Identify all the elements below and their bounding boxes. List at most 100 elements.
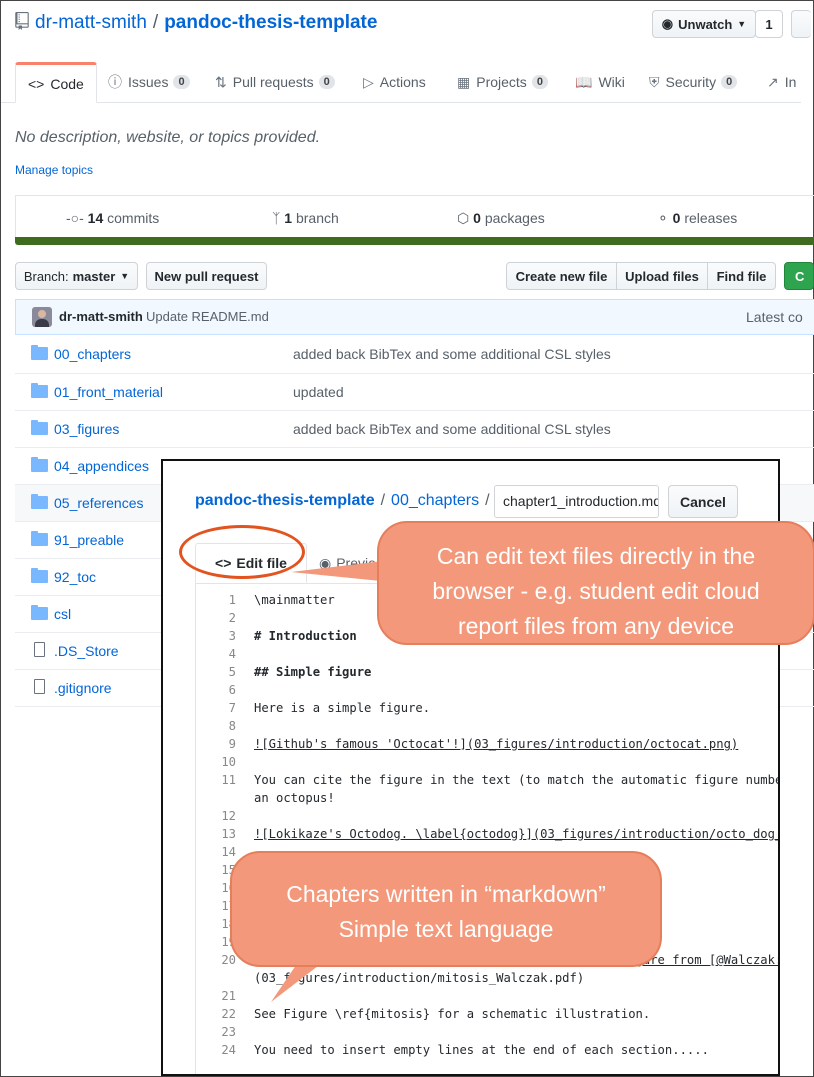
edit-breadcrumb: pandoc-thesis-template / 00_chapters / xyxy=(195,492,496,510)
find-file-button[interactable]: Find file xyxy=(707,262,776,290)
code-line: ![Github's famous 'Octocat'!](03_figures… xyxy=(254,737,739,751)
file-commit-message[interactable]: added back BibTex and some additional CS… xyxy=(293,421,611,437)
file-name-link[interactable]: csl xyxy=(54,606,71,622)
tag-icon: ⚬ xyxy=(657,210,669,226)
releases-label: releases xyxy=(684,210,738,226)
line-number: 13 xyxy=(221,827,236,841)
stat-commits[interactable]: -○- 14 commits xyxy=(66,210,159,226)
callout-top-line-1: Can edit text files directly in the xyxy=(436,543,756,569)
new-pull-request-button[interactable]: New pull request xyxy=(146,262,267,290)
filename-input[interactable]: chapter1_introduction.md xyxy=(494,485,659,518)
pull-requests-counter: 0 xyxy=(318,75,335,89)
code-line: Here is a simple figure. xyxy=(254,701,431,715)
packages-count: 0 xyxy=(473,210,481,226)
breadcrumb-repo-link[interactable]: pandoc-thesis-template xyxy=(195,492,375,509)
screenshot-frame: dr-matt-smith / pandoc-thesis-template ◉ Un… xyxy=(0,0,814,1077)
repo-nav: <> Code ⓘ Issues 0 ⇅ Pull requests 0 ▷ Actions… xyxy=(1,62,801,103)
avatar[interactable] xyxy=(32,307,52,327)
package-icon: ⬡ xyxy=(457,210,470,226)
line-number: 20 xyxy=(221,953,236,967)
code-line: \mainmatter xyxy=(254,593,335,607)
folder-icon xyxy=(31,494,48,509)
file-commit-message[interactable]: added back BibTex and some additional CS… xyxy=(293,346,611,362)
language-bar xyxy=(15,237,814,245)
create-new-file-button[interactable]: Create new file xyxy=(506,262,617,290)
branch-select-button[interactable]: Branch: master ▼ xyxy=(15,262,138,290)
breadcrumb-dir-link[interactable]: 00_chapters xyxy=(391,492,479,509)
tab-issues-label: Issues xyxy=(128,74,169,90)
file-commit-message[interactable]: updated xyxy=(293,384,344,400)
file-icon xyxy=(34,642,45,657)
star-button-partial[interactable] xyxy=(791,10,811,38)
latest-commit-bar: dr-matt-smith Update README.md Latest co xyxy=(15,299,814,335)
callout-top-line-2: browser - e.g. student edit cloud xyxy=(432,578,760,604)
upload-files-button[interactable]: Upload files xyxy=(616,262,708,290)
unwatch-label: Unwatch xyxy=(678,16,733,32)
commit-message[interactable]: Update README.md xyxy=(146,309,269,324)
file-name-link[interactable]: .DS_Store xyxy=(54,643,119,659)
tab-pull-requests[interactable]: ⇅ Pull requests 0 xyxy=(215,62,335,102)
file-name-link[interactable]: 01_front_material xyxy=(54,384,163,400)
tab-wiki[interactable]: 📖 Wiki xyxy=(575,62,625,102)
cancel-button[interactable]: Cancel xyxy=(668,485,738,518)
folder-icon xyxy=(31,605,48,620)
clone-button[interactable]: C xyxy=(784,262,814,290)
file-name-link[interactable]: 05_references xyxy=(54,495,144,511)
code-line: # Introduction xyxy=(254,629,357,643)
tab-projects[interactable]: ▦ Projects 0 xyxy=(457,62,548,102)
code-line: ![Lokikaze's Octodog. \label{octodog}](0… xyxy=(254,827,780,841)
graph-icon: ↗ xyxy=(767,73,779,90)
tab-issues[interactable]: ⓘ Issues 0 xyxy=(108,62,190,102)
latest-commit-label: Latest co xyxy=(746,309,803,325)
packages-label: packages xyxy=(484,210,545,226)
commit-author[interactable]: dr-matt-smith xyxy=(59,309,143,324)
stat-releases[interactable]: ⚬ 0 releases xyxy=(657,210,737,227)
shield-icon: ⛨ xyxy=(649,73,660,90)
tab-code[interactable]: <> Code xyxy=(15,62,97,103)
repo-separator: / xyxy=(152,12,159,33)
repo-description: No description, website, or topics provi… xyxy=(15,129,321,146)
security-counter: 0 xyxy=(721,75,738,89)
code-line: You need to insert empty lines at the en… xyxy=(254,1043,709,1057)
tab-security-label: Security xyxy=(665,74,717,90)
tab-insights[interactable]: ↗ In xyxy=(767,62,796,102)
manage-topics-link[interactable]: Manage topics xyxy=(15,163,93,177)
file-name-link[interactable]: .gitignore xyxy=(54,680,112,696)
watch-count[interactable]: 1 xyxy=(755,10,783,38)
unwatch-button[interactable]: ◉ Unwatch ▼ xyxy=(652,10,756,38)
file-row[interactable]: 00_chapters added back BibTex and some ad… xyxy=(15,336,814,373)
folder-icon xyxy=(31,568,48,583)
tab-security[interactable]: ⛨ Security 0 xyxy=(649,62,738,102)
file-name-link[interactable]: 92_toc xyxy=(54,569,96,585)
file-name-link[interactable]: 04_appendices xyxy=(54,458,149,474)
stat-packages[interactable]: ⬡ 0 packages xyxy=(457,210,545,227)
projects-counter: 0 xyxy=(531,75,548,89)
branch-name: master xyxy=(72,268,116,284)
line-number: 11 xyxy=(221,773,236,787)
branch-icon: ᛉ xyxy=(272,210,281,226)
line-number: 1 xyxy=(228,593,236,607)
play-icon: ▷ xyxy=(363,73,374,90)
repo-name-link[interactable]: pandoc-thesis-template xyxy=(164,12,377,33)
file-name-link[interactable]: 00_chapters xyxy=(54,346,131,362)
file-row[interactable]: 03_figures added back BibTex and some add… xyxy=(15,410,814,447)
code-line: ## Simple figure xyxy=(254,665,372,679)
file-row[interactable]: 01_front_material updated xyxy=(15,373,814,410)
breadcrumb-separator: / xyxy=(485,492,490,509)
stat-branch[interactable]: ᛉ 1 branch xyxy=(272,210,339,226)
project-icon: ▦ xyxy=(457,73,471,90)
code-line: an octopus! xyxy=(254,791,335,805)
repo-stats: -○- 14 commits ᛉ 1 branch ⬡ 0 packages ⚬… xyxy=(15,195,814,239)
commits-count: 14 xyxy=(87,210,104,226)
folder-icon xyxy=(31,420,48,435)
file-name-link[interactable]: 91_preable xyxy=(54,532,124,548)
tab-actions[interactable]: ▷ Actions xyxy=(363,62,426,102)
line-number: 22 xyxy=(221,1007,236,1021)
file-name-link[interactable]: 03_figures xyxy=(54,421,119,437)
line-number: 10 xyxy=(221,755,236,769)
releases-count: 0 xyxy=(672,210,681,226)
callout-top-line-3: report files from any device xyxy=(457,613,735,639)
line-number: 9 xyxy=(228,737,236,751)
repo-owner-link[interactable]: dr-matt-smith xyxy=(35,12,147,33)
code-line: See Figure \ref{mitosis} for a schematic… xyxy=(254,1007,651,1021)
